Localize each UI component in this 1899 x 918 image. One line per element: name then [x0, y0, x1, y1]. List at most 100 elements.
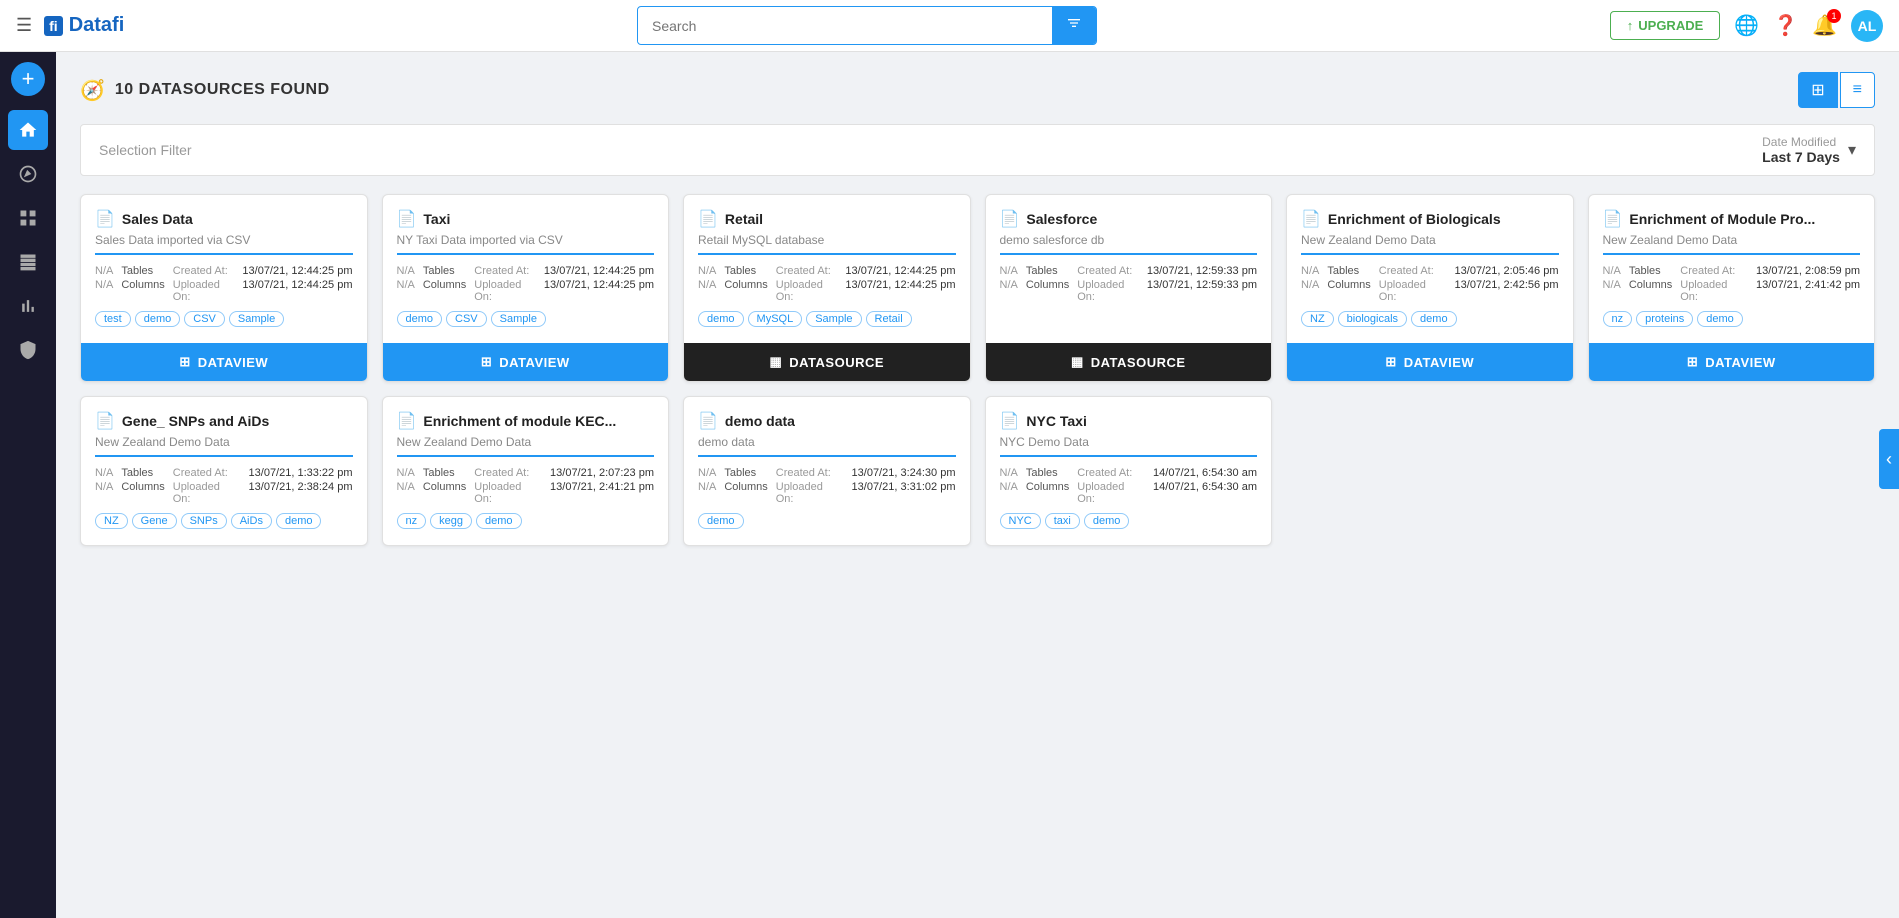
tag[interactable]: kegg: [430, 513, 472, 529]
tag[interactable]: demo: [397, 311, 443, 327]
card-title: Enrichment of module KEC...: [423, 413, 616, 429]
tag[interactable]: Sample: [229, 311, 284, 327]
selection-filter[interactable]: Selection Filter: [99, 142, 192, 158]
tag[interactable]: demo: [476, 513, 522, 529]
card-footer: ⊞ DATAVIEW: [81, 343, 367, 381]
created-value: 13/07/21, 2:05:46 pm: [1455, 265, 1559, 277]
tag[interactable]: NZ: [95, 513, 128, 529]
columns-label: N/A: [698, 481, 716, 505]
datasource-card: 📄 Gene_ SNPs and AiDs New Zealand Demo D…: [80, 396, 368, 546]
tag[interactable]: Gene: [132, 513, 177, 529]
tag[interactable]: CSV: [184, 311, 225, 327]
doc-icon: 📄: [698, 411, 718, 431]
card-title-row: 📄 Salesforce: [1000, 209, 1258, 229]
uploaded-value: 13/07/21, 2:41:42 pm: [1756, 279, 1860, 303]
avatar[interactable]: AL: [1851, 10, 1883, 42]
uploaded-value: 14/07/21, 6:54:30 am: [1153, 481, 1257, 505]
tag[interactable]: test: [95, 311, 131, 327]
tag[interactable]: taxi: [1045, 513, 1080, 529]
upgrade-arrow-icon: ↑: [1627, 18, 1634, 33]
dataview-button[interactable]: ⊞ DATAVIEW: [1287, 343, 1573, 381]
columns-label: N/A: [397, 279, 415, 303]
tag[interactable]: Sample: [491, 311, 546, 327]
uploaded-label: Uploaded On:: [776, 481, 844, 505]
created-value: 13/07/21, 3:24:30 pm: [852, 467, 956, 479]
datasource-card: 📄 demo data demo data N/A Tables Created…: [683, 396, 971, 546]
tag[interactable]: demo: [1084, 513, 1130, 529]
card-tags: NZbiologicalsdemo: [1301, 311, 1559, 327]
created-value: 13/07/21, 2:07:23 pm: [550, 467, 654, 479]
card-title-row: 📄 Gene_ SNPs and AiDs: [95, 411, 353, 431]
sidebar-item-grid[interactable]: [8, 198, 48, 238]
tables-label-text: Tables: [423, 265, 466, 277]
created-value: 13/07/21, 12:44:25 pm: [544, 265, 654, 277]
tables-label: N/A: [698, 265, 716, 277]
uploaded-value: 13/07/21, 12:44:25 pm: [544, 279, 654, 303]
dataview-button[interactable]: ⊞ DATAVIEW: [383, 343, 669, 381]
doc-icon: 📄: [698, 209, 718, 229]
upgrade-button[interactable]: ↑ UPGRADE: [1610, 11, 1721, 40]
tag[interactable]: demo: [1697, 311, 1743, 327]
created-value: 13/07/21, 12:44:25 pm: [845, 265, 955, 277]
card-tags: testdemoCSVSample: [95, 311, 353, 327]
sidebar-item-compass[interactable]: [8, 154, 48, 194]
tag[interactable]: demo: [276, 513, 322, 529]
sidebar-add-button[interactable]: +: [11, 62, 45, 96]
main-content: 🧭 10 DATASOURCES FOUND ⊞ ≡ Selection Fil…: [56, 52, 1899, 918]
dataview-icon: ⊞: [481, 354, 492, 370]
tag[interactable]: NYC: [1000, 513, 1041, 529]
grid-view-button[interactable]: ⊞: [1798, 72, 1837, 108]
help-icon[interactable]: ❓: [1773, 13, 1798, 38]
pull-tab[interactable]: ‹: [1879, 429, 1899, 489]
tag[interactable]: demo: [135, 311, 181, 327]
sidebar-item-chart[interactable]: [8, 286, 48, 326]
tag[interactable]: Retail: [866, 311, 912, 327]
tag[interactable]: biologicals: [1338, 311, 1407, 327]
columns-label: N/A: [1603, 279, 1621, 303]
sidebar-item-shield[interactable]: [8, 330, 48, 370]
dataview-button[interactable]: ⊞ DATAVIEW: [81, 343, 367, 381]
tag[interactable]: nz: [1603, 311, 1633, 327]
tables-label: N/A: [95, 467, 113, 479]
datasource-button[interactable]: ▦ DATASOURCE: [986, 343, 1272, 381]
datasource-icon: ▦: [1071, 354, 1084, 370]
topnav: ☰ fi Datafi ↑ UPGRADE 🌐 ❓ 🔔 1 AL: [0, 0, 1899, 52]
tables-label: N/A: [95, 265, 113, 277]
created-label: Created At:: [1077, 467, 1145, 479]
tag[interactable]: nz: [397, 513, 427, 529]
tag[interactable]: demo: [698, 513, 744, 529]
search-filter-button[interactable]: [1052, 7, 1096, 44]
notification-wrapper[interactable]: 🔔 1: [1812, 13, 1837, 38]
list-view-button[interactable]: ≡: [1840, 72, 1875, 108]
tag[interactable]: AiDs: [231, 513, 272, 529]
columns-label: N/A: [1301, 279, 1319, 303]
tables-label-text: Tables: [121, 467, 164, 479]
card-meta: N/A Tables Created At: 14/07/21, 6:54:30…: [1000, 467, 1258, 505]
tag[interactable]: CSV: [446, 311, 487, 327]
card-title: Retail: [725, 211, 763, 227]
dataview-button[interactable]: ⊞ DATAVIEW: [1589, 343, 1875, 381]
card-title: Gene_ SNPs and AiDs: [122, 413, 269, 429]
tag[interactable]: demo: [1411, 311, 1457, 327]
datasource-button[interactable]: ▦ DATASOURCE: [684, 343, 970, 381]
tag[interactable]: Sample: [806, 311, 861, 327]
hamburger-icon[interactable]: ☰: [16, 15, 32, 36]
card-body: 📄 demo data demo data N/A Tables Created…: [684, 397, 970, 545]
card-title: Taxi: [423, 211, 450, 227]
date-filter-dropdown[interactable]: ▾: [1848, 140, 1856, 160]
sidebar-item-home[interactable]: [8, 110, 48, 150]
tag[interactable]: demo: [698, 311, 744, 327]
tables-label: N/A: [397, 467, 415, 479]
tag[interactable]: SNPs: [181, 513, 227, 529]
search-input[interactable]: [638, 10, 1052, 42]
tag[interactable]: NZ: [1301, 311, 1334, 327]
globe-icon[interactable]: 🌐: [1734, 13, 1759, 38]
sidebar-item-table[interactable]: [8, 242, 48, 282]
date-filter-text: Date Modified Last 7 Days: [1762, 135, 1840, 165]
tag[interactable]: proteins: [1636, 311, 1693, 327]
card-title-row: 📄 Enrichment of module KEC...: [397, 411, 655, 431]
created-value: 14/07/21, 6:54:30 am: [1153, 467, 1257, 479]
sidebar: +: [0, 52, 56, 918]
doc-icon: 📄: [397, 411, 417, 431]
tag[interactable]: MySQL: [748, 311, 803, 327]
